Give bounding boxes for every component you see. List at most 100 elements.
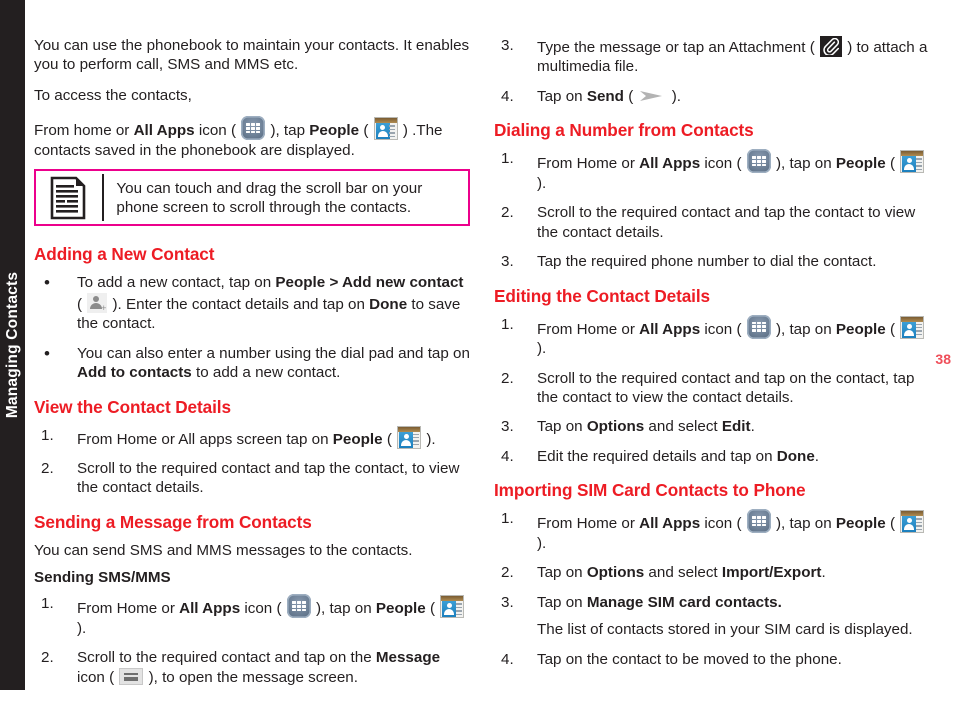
step-bold-all-apps: All Apps	[179, 600, 241, 618]
bullet-marker: •	[44, 273, 50, 293]
step-part-5: ).	[77, 619, 87, 637]
step-part-4: (	[885, 155, 900, 173]
step-bold-options: Options	[586, 564, 645, 582]
step-part-2: and select	[644, 418, 722, 436]
list-item: 1. From Home or All Apps icon ( ), tap on…	[34, 594, 470, 638]
step-part-5: ).	[537, 534, 547, 552]
list-item: 3. Tap on Manage SIM card contacts.	[494, 593, 930, 612]
list-item: 4. Edit the required details and tap on D…	[494, 447, 930, 466]
people-icon	[397, 425, 422, 449]
step-part-2: (	[382, 430, 397, 448]
step-part-1: Tap on	[537, 418, 587, 436]
step-part-3: ), tap on	[311, 600, 376, 618]
people-icon	[900, 150, 925, 174]
step-part-1: Scroll to the required contact and tap o…	[77, 649, 376, 667]
access-bold-all-apps: All Apps	[133, 122, 195, 140]
step-part-3: ), tap on	[771, 155, 836, 173]
step-part-2: icon (	[77, 668, 119, 686]
note-icon-cell	[36, 176, 102, 220]
step-part-1: Scroll to the required contact and tap t…	[77, 459, 460, 497]
step-marker: 4.	[501, 447, 514, 465]
step-part-3: ), to open the message screen.	[144, 668, 358, 686]
step-part-1: From Home or	[537, 515, 640, 533]
send-icon	[640, 89, 664, 103]
step-bold-people: People	[332, 430, 383, 448]
step-marker: 1.	[501, 510, 514, 528]
step-part-1: Tap on the contact to be moved to the ph…	[537, 650, 842, 668]
step-part-3: ).	[667, 87, 681, 105]
dialing-number-steps: 1. From Home or All Apps icon ( ), tap on…	[494, 149, 930, 271]
step-bold-import-export: Import/Export	[721, 564, 822, 582]
step-bold-people: People	[375, 600, 426, 618]
step-marker: 1.	[501, 150, 514, 168]
all-apps-icon	[241, 116, 266, 141]
list-item: 2. Scroll to the required contact and tap…	[494, 369, 930, 408]
step-marker: 3.	[501, 593, 514, 611]
list-item: 2. Scroll to the required contact and tap…	[34, 648, 470, 687]
step-part-5: ).	[537, 340, 547, 358]
intro-paragraph-1: You can use the phonebook to maintain yo…	[34, 37, 470, 74]
step-part-1: Edit the required details and tap on	[537, 447, 777, 465]
step-bold-people: People	[835, 515, 886, 533]
bullet-bold-add-to-contacts: Add to contacts	[77, 364, 192, 382]
bullet-part-3: ). Enter the contact details and tap on	[108, 295, 370, 313]
step-bold-people: People	[835, 155, 886, 173]
step-marker: 2.	[501, 204, 514, 222]
bullet-marker: •	[44, 343, 50, 363]
step-marker: 2.	[41, 649, 54, 667]
bullet-part-2: to add a new contact.	[191, 364, 341, 382]
step-part-2: icon (	[240, 600, 286, 618]
step-part-4: (	[885, 320, 900, 338]
step-bold-all-apps: All Apps	[639, 320, 701, 338]
step-part-1: The list of contacts stored in your SIM …	[537, 621, 913, 639]
sending-sms-mms-steps: 1. From Home or All Apps icon ( ), tap on…	[34, 594, 470, 687]
step-part-1: From Home or	[537, 320, 640, 338]
people-icon	[373, 117, 398, 141]
bullet-bold-done: Done	[369, 295, 408, 313]
chapter-tab-label: Managing Contacts	[3, 271, 21, 419]
step-bold-options: Options	[586, 418, 645, 436]
people-icon	[900, 315, 925, 339]
importing-sim-contacts-steps: 1. From Home or All Apps icon ( ), tap on…	[494, 509, 930, 669]
list-item: 1. From Home or All Apps icon ( ), tap on…	[494, 509, 930, 553]
list-item: 2. Scroll to the required contact and tap…	[494, 203, 930, 242]
section-heading-dialing-a-number-from-contacts: Dialing a Number from Contacts	[494, 120, 754, 141]
step-part-4: (	[425, 600, 440, 618]
left-column: You can use the phonebook to maintain yo…	[34, 36, 470, 697]
step-part-1: From Home or All apps screen tap on	[77, 430, 333, 448]
step-bold-all-apps: All Apps	[639, 515, 701, 533]
step-bold-send: Send	[586, 87, 624, 105]
step-part-3: ).	[422, 430, 436, 448]
attachment-icon	[819, 36, 842, 57]
intro-paragraph-2: To access the contacts,	[34, 86, 192, 104]
section-heading-adding-a-new-contact: Adding a New Contact	[34, 244, 215, 265]
list-item: • To add a new contact, tap on People > A…	[34, 273, 470, 333]
sending-message-intro: You can send SMS and MMS messages to the…	[34, 541, 413, 559]
all-apps-icon	[746, 314, 771, 339]
list-item: 1. From Home or All Apps icon ( ), tap on…	[494, 314, 930, 359]
adding-contact-bullet-list: • To add a new contact, tap on People > A…	[34, 273, 470, 382]
step-part-1: Scroll to the required contact and tap t…	[537, 204, 916, 241]
step-part-3: .	[750, 418, 755, 436]
step-bold-all-apps: All Apps	[639, 155, 701, 173]
step-marker: 1.	[41, 595, 54, 613]
step-marker: 3.	[501, 37, 514, 54]
step-part-2: icon (	[700, 515, 746, 533]
all-apps-icon	[746, 509, 771, 534]
step-part-3: ), tap on	[771, 515, 836, 533]
section-heading-editing-the-contact-details: Editing the Contact Details	[494, 285, 710, 306]
step-marker: 1.	[501, 315, 514, 333]
step-part-2: (	[623, 87, 638, 105]
access-bold-people: People	[309, 122, 360, 140]
step-bold-edit: Edit	[721, 418, 751, 436]
all-apps-icon	[746, 149, 771, 174]
chapter-tab: Managing Contacts	[0, 0, 25, 690]
right-column: 3. Type the message or tap an Attachment …	[494, 36, 930, 679]
bullet-part-2: (	[77, 295, 87, 313]
step-part-1: Tap on	[537, 593, 587, 611]
list-item: 4. Tap on Send ( ).	[494, 87, 930, 106]
bullet-part-1: You can also enter a number using the di…	[77, 344, 470, 362]
access-part-4: (	[359, 122, 373, 140]
editing-contact-details-steps: 1. From Home or All Apps icon ( ), tap on…	[494, 314, 930, 467]
access-contacts-line: From home or All Apps icon ( ), tap Peop…	[34, 116, 470, 160]
